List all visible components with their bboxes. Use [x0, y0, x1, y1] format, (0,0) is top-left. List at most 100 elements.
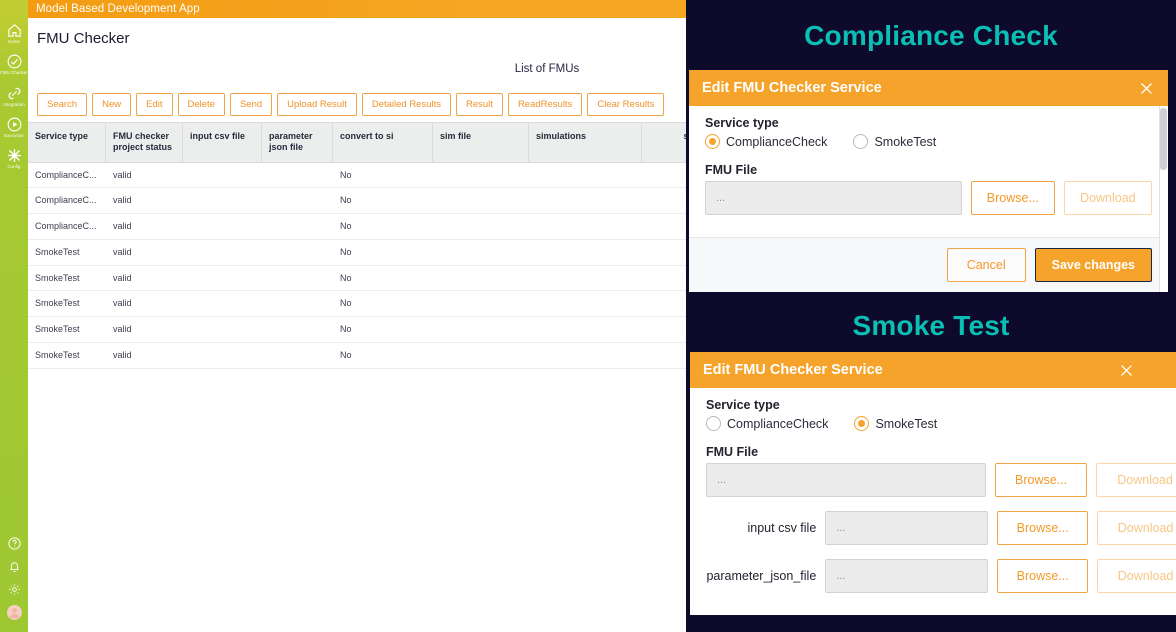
sidebar-item-home[interactable]: Home — [0, 22, 28, 44]
sidebar-item-execution[interactable]: Execution — [0, 116, 28, 138]
table-cell-input-csv — [183, 188, 262, 213]
toolbar-button-clear-results[interactable]: Clear Results — [587, 93, 664, 116]
table-cell-input-csv — [183, 343, 262, 368]
table-cell-sim-file — [433, 214, 529, 239]
table-cell-sim-file — [433, 266, 529, 291]
table-cell-status: valid — [106, 343, 183, 368]
input-csv-browse-button[interactable]: Browse... — [997, 511, 1088, 545]
table-column-header[interactable]: Service type — [28, 123, 106, 162]
sidebar-utility-nav — [0, 536, 28, 628]
fmu-file-browse-button[interactable]: Browse... — [995, 463, 1087, 497]
fmu-file-input[interactable]: ... — [705, 181, 962, 215]
user-avatar-icon[interactable] — [0, 605, 28, 620]
table-cell-sim-file — [433, 343, 529, 368]
sidebar-item-fmu-checker[interactable]: FMU Checker — [0, 53, 28, 75]
parameter-json-file-input[interactable]: ... — [825, 559, 988, 593]
sidebar-label-fmu-checker: FMU Checker — [0, 71, 28, 75]
fmu-file-label: FMU File — [705, 163, 1152, 177]
table-cell-sim-file — [433, 317, 529, 342]
section-heading-smoke-test: Smoke Test — [686, 300, 1176, 342]
table-cell-simulations — [529, 163, 642, 188]
table-cell-convert-to-si: No — [333, 291, 433, 316]
table-cell-input-csv — [183, 240, 262, 265]
dialog-scrollbar[interactable] — [1159, 106, 1168, 292]
table-cell-parameter-json — [262, 317, 333, 342]
toolbar-button-send[interactable]: Send — [230, 93, 272, 116]
table-column-header[interactable]: FMU checker project status — [106, 123, 183, 162]
sidebar-nav: Home FMU Checker — [0, 22, 28, 178]
table-cell-simulations — [529, 317, 642, 342]
parameter-json-download-button[interactable]: Download — [1097, 559, 1176, 593]
dialog-body: Service type ComplianceCheck SmokeTest F… — [689, 106, 1168, 237]
input-csv-download-button[interactable]: Download — [1097, 511, 1176, 545]
check-circle-icon — [6, 53, 23, 70]
table-cell-parameter-json — [262, 188, 333, 213]
table-column-header[interactable]: simulations — [529, 123, 642, 162]
cancel-button[interactable]: Cancel — [947, 248, 1026, 282]
help-circle-icon[interactable] — [0, 536, 28, 551]
sidebar-label-home: Home — [8, 40, 20, 44]
toolbar-button-readresults[interactable]: ReadResults — [508, 93, 582, 116]
radio-compliance-check[interactable] — [705, 134, 720, 149]
sidebar-item-integration[interactable]: Integration — [0, 85, 28, 107]
toolbar-button-upload-result[interactable]: Upload Result — [277, 93, 357, 116]
table-cell-status: valid — [106, 214, 183, 239]
table-column-header[interactable]: convert to si — [333, 123, 433, 162]
app-title: Model Based Development App — [36, 3, 200, 15]
toolbar-button-search[interactable]: Search — [37, 93, 87, 116]
table-cell-parameter-json — [262, 214, 333, 239]
section-heading-compliance-check: Compliance Check — [686, 0, 1176, 52]
table-cell-simulations — [529, 214, 642, 239]
parameter-json-browse-button[interactable]: Browse... — [997, 559, 1088, 593]
parameter-json-file-row: parameter_json_file ... Browse... Downlo… — [706, 559, 1176, 593]
settings-gear-icon[interactable] — [0, 582, 28, 597]
fmu-file-browse-button[interactable]: Browse... — [971, 181, 1055, 215]
close-icon[interactable] — [1118, 362, 1135, 379]
radio-compliance-check[interactable] — [706, 416, 721, 431]
table-cell-sim-file — [433, 240, 529, 265]
bell-icon[interactable] — [0, 559, 28, 574]
fmu-file-download-button[interactable]: Download — [1064, 181, 1152, 215]
sidebar-label-config: Config — [7, 165, 20, 169]
radio-label-smoke-test: SmokeTest — [875, 417, 937, 431]
fmu-file-input[interactable]: ... — [706, 463, 986, 497]
table-column-header[interactable]: sim file — [433, 123, 529, 162]
table-cell-convert-to-si: No — [333, 343, 433, 368]
table-cell-service-type: ComplianceC... — [28, 163, 106, 188]
service-type-label: Service type — [705, 116, 1152, 130]
close-icon[interactable] — [1138, 80, 1155, 97]
table-column-header[interactable]: parameter json file — [262, 123, 333, 162]
table-column-header[interactable]: input csv file — [183, 123, 262, 162]
table-cell-input-csv — [183, 214, 262, 239]
toolbar-button-result[interactable]: Result — [456, 93, 503, 116]
save-changes-button[interactable]: Save changes — [1035, 248, 1152, 282]
fmu-file-download-button[interactable]: Download — [1096, 463, 1176, 497]
table-cell-sim-file — [433, 291, 529, 316]
toolbar-button-new[interactable]: New — [92, 93, 131, 116]
table-cell-convert-to-si: No — [333, 163, 433, 188]
toolbar-button-delete[interactable]: Delete — [178, 93, 225, 116]
annotation-overlay-panel: Compliance Check Edit FMU Checker Servic… — [686, 0, 1176, 632]
toolbar-button-edit[interactable]: Edit — [136, 93, 172, 116]
input-csv-file-row: input csv file ... Browse... Download — [706, 511, 1176, 545]
dialog-title: Edit FMU Checker Service — [702, 80, 882, 96]
table-cell-service-type: ComplianceC... — [28, 214, 106, 239]
table-cell-sim-file — [433, 188, 529, 213]
radio-smoke-test[interactable] — [854, 416, 869, 431]
table-cell-parameter-json — [262, 343, 333, 368]
fmu-file-row: ... Browse... Download — [706, 463, 1176, 497]
left-sidebar: Home FMU Checker — [0, 0, 28, 632]
sidebar-item-config[interactable]: Config — [0, 147, 28, 169]
table-cell-status: valid — [106, 240, 183, 265]
edit-fmu-checker-service-dialog-compliance: Edit FMU Checker Service Service type Co… — [689, 70, 1168, 292]
toolbar-button-detailed-results[interactable]: Detailed Results — [362, 93, 451, 116]
play-circle-icon — [6, 116, 23, 133]
screenshot-root: Home FMU Checker — [0, 0, 1176, 632]
dialog-scrollbar-thumb[interactable] — [1160, 108, 1167, 170]
radio-smoke-test[interactable] — [853, 134, 868, 149]
input-csv-file-input[interactable]: ... — [825, 511, 988, 545]
table-cell-input-csv — [183, 266, 262, 291]
table-cell-simulations — [529, 343, 642, 368]
sidebar-label-integration: Integration — [3, 103, 24, 107]
table-cell-status: valid — [106, 188, 183, 213]
